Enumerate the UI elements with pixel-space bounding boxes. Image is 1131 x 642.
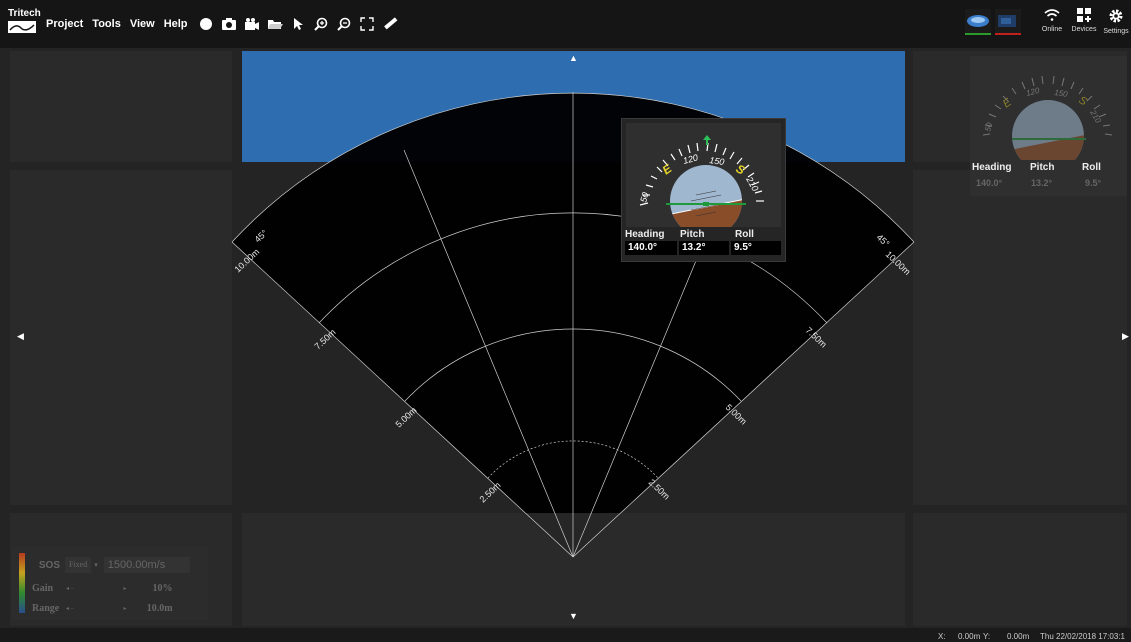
heading-value: 140.0° — [625, 241, 677, 255]
attitude-labels: Heading Pitch Roll — [625, 229, 754, 240]
compass-label-210: 210 — [744, 174, 761, 193]
compass-label-50: 50 — [638, 191, 650, 203]
range-decrease[interactable]: ◂ – — [66, 605, 74, 612]
pitch-label: Pitch — [680, 229, 705, 240]
datetime: Thu 22/02/2018 17:03:1 — [1040, 632, 1125, 641]
pan-left-arrow[interactable]: ◀ — [17, 332, 24, 341]
mini-attitude-values: 140.0° 13.2° 9.5° — [976, 178, 1101, 188]
pitch-value: 13.2° — [679, 241, 729, 255]
pan-down-arrow[interactable]: ▼ — [569, 612, 578, 621]
range-label-left-3: 7.50m — [313, 327, 338, 351]
attitude-mini-indicator: 50 E 120 150 S 210 — [982, 75, 1113, 172]
y-label: Y: — [983, 632, 991, 641]
roll-label: Roll — [735, 229, 754, 240]
mini-compass-label-120: 120 — [1025, 86, 1041, 98]
mini-compass-label-s: S — [1077, 94, 1090, 108]
mini-roll-value: 9.5° — [1085, 178, 1102, 188]
roll-value: 9.5° — [731, 241, 781, 255]
range-label-left-1: 2.50m — [478, 480, 503, 504]
compass-label-150: 150 — [709, 155, 725, 167]
x-value: 0.00m — [958, 632, 981, 641]
gain-label: Gain — [32, 583, 54, 594]
sos-mode-select[interactable]: Fixed — [65, 557, 92, 573]
sos-value-input[interactable]: 1500.00m/s — [103, 557, 190, 573]
x-label: X: — [938, 632, 946, 641]
y-value: 0.00m — [1007, 632, 1030, 641]
mini-heading-value: 140.0° — [976, 178, 1003, 188]
mini-compass-label-150: 150 — [1054, 88, 1069, 99]
sonar-control-panel: SOS Fixed ▾ 1500.00m/s Gain ◂ – ▸ 10% Ra… — [12, 547, 208, 620]
compass-label-120: 120 — [682, 152, 699, 166]
range-label: Range — [32, 603, 60, 614]
color-scale-bar — [19, 553, 25, 613]
sos-mode-dropdown-icon[interactable]: ▾ — [94, 561, 98, 569]
pan-up-arrow[interactable]: ▲ — [569, 54, 578, 63]
gain-row: Gain ◂ – ▸ 10% — [32, 583, 173, 594]
range-label-left-2: 5.00m — [394, 405, 419, 429]
mini-pitch-value: 13.2° — [1031, 178, 1053, 188]
mini-compass-label-210: 210 — [1088, 108, 1103, 125]
compass-label-s: S — [734, 161, 748, 177]
gain-increase[interactable]: ▸ — [124, 585, 127, 592]
attitude-widget[interactable]: 50 E 120 150 S 210 Heading Pitch Roll 14… — [621, 118, 786, 262]
range-row: Range ◂ – ▸ 10.0m — [32, 603, 173, 614]
range-value[interactable]: 10.0m — [145, 603, 173, 614]
attitude-values: 140.0° 13.2° 9.5° — [625, 241, 783, 255]
sos-label: SOS — [38, 559, 60, 571]
mini-roll-label: Roll — [1082, 162, 1101, 173]
heading-label: Heading — [625, 229, 665, 240]
pan-right-arrow[interactable]: ▶ — [1122, 332, 1129, 341]
range-label-right-1: 2.50m — [647, 477, 672, 501]
sonar-fan-display[interactable]: 10.00m 7.50m 5.00m 2.50m 10.00m 7.50m 5.… — [0, 0, 1131, 642]
status-bar: X: 0.00m Y: 0.00m Thu 22/02/2018 17:03:1 — [0, 628, 1131, 642]
gain-value[interactable]: 10% — [145, 583, 173, 594]
attitude-mini-widget[interactable]: 50 E 120 150 S 210 Heading Pitch Roll 14… — [970, 56, 1127, 196]
sos-row: SOS Fixed ▾ 1500.00m/s — [32, 557, 190, 573]
range-increase[interactable]: ▸ — [124, 605, 127, 612]
mini-compass-label-50: 50 — [983, 121, 994, 132]
attitude-dial: 50 E 120 150 S 210 — [626, 123, 781, 237]
gain-decrease[interactable]: ◂ – — [66, 585, 74, 592]
mini-attitude-labels: Heading Pitch Roll — [972, 162, 1101, 173]
compass-label-e: E — [660, 161, 675, 178]
attitude-indicator: 50 E 120 150 S 210 — [638, 135, 764, 237]
mini-pitch-label: Pitch — [1030, 162, 1055, 173]
mini-heading-label: Heading — [972, 162, 1012, 173]
mini-compass-label-e: E — [1001, 96, 1014, 110]
